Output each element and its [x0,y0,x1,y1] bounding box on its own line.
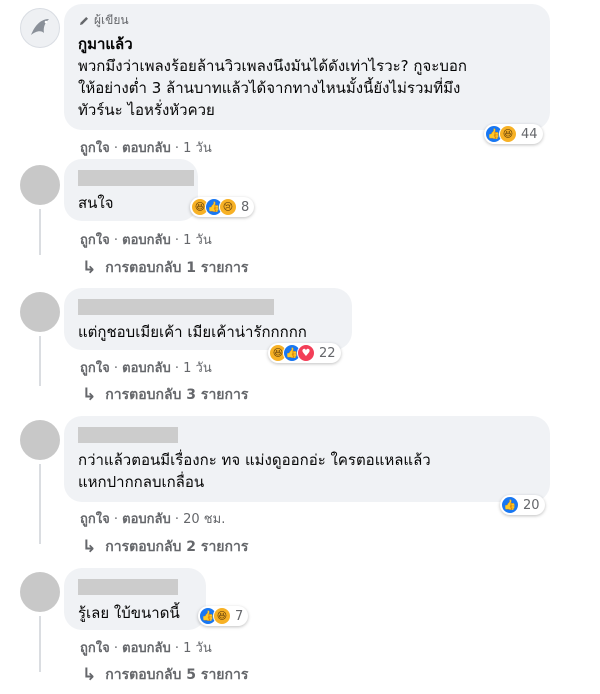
commenter-avatar[interactable] [20,572,60,612]
commenter-name[interactable]: กูมาแล้ว [78,33,133,55]
reply-arrow-icon: ↳ [82,537,97,557]
view-replies-label: การตอบกลับ 5 รายการ [105,667,249,683]
reaction-count: 7 [235,608,244,624]
comment-text-line: ทัวร์นะ ไอหรั่งหัวควย [78,101,215,119]
reaction-summary[interactable]: 👍 20 [500,495,545,515]
haha-reaction-icon: 😆 [499,125,517,143]
comment-text-line: กว่าแล้วตอนมีเรื่องกะ ทจ แม่งดูออกอ่ะ ใค… [78,451,431,469]
view-replies-link[interactable]: ↳ การตอบกลับ 1 รายการ [82,257,248,279]
reaction-count: 44 [521,126,538,142]
commenter-avatar[interactable] [20,420,60,460]
reply-action[interactable]: ตอบกลับ [122,141,171,156]
like-action[interactable]: ถูกใจ [80,141,110,156]
view-replies-label: การตอบกลับ 3 รายการ [105,387,249,403]
reply-arrow-icon: ↳ [82,385,97,405]
reply-action[interactable]: ตอบกลับ [122,233,171,248]
bird-logo-icon [31,19,49,35]
like-action[interactable]: ถูกใจ [80,512,110,527]
haha-reaction-icon: 😆 [213,607,231,625]
view-replies-label: การตอบกลับ 2 รายการ [105,539,249,555]
redacted-name [78,170,194,186]
reply-action[interactable]: ตอบกลับ [122,361,171,376]
redacted-name [78,579,178,595]
thread-line [39,209,41,255]
author-avatar[interactable] [20,8,60,48]
comment-time[interactable]: 1 วัน [183,361,212,376]
like-action[interactable]: ถูกใจ [80,361,110,376]
redacted-name [78,427,178,443]
redacted-name [78,299,274,315]
thread-line [39,616,41,672]
comment-text-line: พวกมึงว่าเพลงร้อยล้านวิวเพลงนึงมันได้ดัง… [78,57,467,75]
comment-text-line: ให้อย่างต่ำ 3 ล้านบาทแล้วได้จากทางไหนมั้… [78,79,461,97]
view-replies-label: การตอบกลับ 1 รายการ [105,260,249,276]
view-replies-link[interactable]: ↳ การตอบกลับ 3 รายการ [82,384,248,406]
thread-line [39,336,41,386]
sad-reaction-icon: 😢 [219,198,237,216]
comment-text-line: แหกปากกลบเกลื่อน [78,473,205,491]
comment-actions: ถูกใจ · ตอบกลับ · 1 วัน [80,141,212,156]
reaction-count: 20 [523,497,540,513]
reaction-count: 8 [241,199,250,215]
comment-actions: ถูกใจ · ตอบกลับ · 1 วัน [80,641,212,656]
like-action[interactable]: ถูกใจ [80,233,110,248]
comment-time[interactable]: 20 ชม. [183,512,225,527]
reaction-count: 22 [319,345,336,361]
comment-text: รู้เลย ใบ้ขนาดนี้ [78,604,180,622]
reply-arrow-icon: ↳ [82,258,97,278]
author-badge: ผู้เขียน [78,11,129,30]
like-action[interactable]: ถูกใจ [80,641,110,656]
comment-text: แต่กูชอบเมียเค้า เมียเค้าน่ารักกกกก [78,323,307,341]
reaction-summary[interactable]: 👍 😆 7 [198,606,249,626]
author-badge-label: ผู้เขียน [94,13,129,27]
comment-text: สนใจ [78,194,114,212]
comment-actions: ถูกใจ · ตอบกลับ · 20 ชม. [80,512,226,527]
reaction-summary[interactable]: 😆 👍 ♥ 22 [268,343,341,363]
reaction-summary[interactable]: 👍 😆 44 [484,124,543,144]
commenter-avatar[interactable] [20,292,60,332]
like-reaction-icon: 👍 [501,496,519,514]
reply-arrow-icon: ↳ [82,665,97,685]
comment-time[interactable]: 1 วัน [183,641,212,656]
reply-action[interactable]: ตอบกลับ [122,512,171,527]
comment-time[interactable]: 1 วัน [183,141,212,156]
comment-actions: ถูกใจ · ตอบกลับ · 1 วัน [80,361,212,376]
thread-line [39,464,41,544]
comment-time[interactable]: 1 วัน [183,233,212,248]
view-replies-link[interactable]: ↳ การตอบกลับ 2 รายการ [82,536,248,558]
reply-action[interactable]: ตอบกลับ [122,641,171,656]
view-replies-link[interactable]: ↳ การตอบกลับ 5 รายการ [82,664,248,686]
reaction-summary[interactable]: 😆 👍 😢 8 [190,197,255,217]
love-reaction-icon: ♥ [297,344,315,362]
commenter-avatar[interactable] [20,165,60,205]
comment-actions: ถูกใจ · ตอบกลับ · 1 วัน [80,233,212,248]
pencil-icon [80,16,88,25]
